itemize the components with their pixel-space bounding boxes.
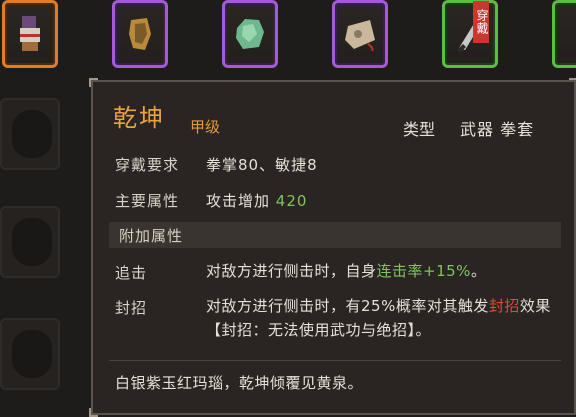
- effect-label-chase: 追击: [115, 264, 148, 282]
- tooltip-corner: [89, 408, 98, 417]
- inventory-slot-claw[interactable]: [112, 0, 168, 68]
- jade-stone-icon: [236, 19, 264, 49]
- effect-desc-chase: 对敌方进行侧击时，自身连击率+15%。: [206, 259, 556, 283]
- inventory-slot-pouch[interactable]: [332, 0, 388, 68]
- main-attr-value: 攻击增加 420: [206, 190, 307, 211]
- golden-claw-icon: [129, 18, 151, 50]
- type-label: 类型: [403, 120, 436, 139]
- tooltip-corner: [89, 78, 98, 87]
- side-slot-2[interactable]: [0, 206, 60, 278]
- main-attr-label: 主要属性: [115, 192, 180, 210]
- inventory-slot-jade[interactable]: [222, 0, 278, 68]
- item-grade: 甲级: [190, 118, 221, 136]
- item-tooltip: 乾坤 甲级 类型 武器 拳套 穿戴要求 拳掌80、敏捷8 主要属性 攻击增加 4…: [89, 78, 576, 417]
- type-value: 武器 拳套: [460, 120, 535, 139]
- inventory-slot-partial[interactable]: [552, 0, 576, 68]
- effect-text: 对敌方进行侧击时，自身: [206, 262, 377, 280]
- side-slot-3[interactable]: [0, 318, 60, 390]
- requirement-value: 拳掌80、敏捷8: [206, 156, 318, 174]
- effect-text: 对敌方进行侧击时，有25%概率对其触发: [206, 297, 489, 315]
- item-name: 乾坤: [113, 104, 165, 132]
- side-slot-1[interactable]: [0, 98, 60, 170]
- inventory-slot-blade-equipped[interactable]: 穿戴: [442, 0, 498, 68]
- effect-highlight-positive: 连击率+15%: [376, 262, 471, 280]
- requirement-label: 穿戴要求: [115, 156, 180, 174]
- pouch-icon: [345, 20, 375, 52]
- effect-text: 。: [470, 262, 487, 280]
- extra-attr-section: 附加属性: [109, 222, 561, 248]
- flavor-text: 白银紫玉红玛瑙，乾坤倾覆见黄泉。: [115, 374, 364, 392]
- extra-attr-title: 附加属性: [119, 227, 184, 245]
- gauntlet-icon: [20, 16, 40, 51]
- effect-label-seal: 封招: [115, 299, 148, 317]
- inventory-slot-gauntlet[interactable]: [2, 0, 58, 68]
- equipped-tag: 穿戴: [473, 1, 489, 43]
- tooltip-corner: [569, 78, 576, 87]
- effect-desc-seal: 对敌方进行侧击时，有25%概率对其触发封招效果【封招：无法使用武功与绝招】。: [206, 294, 556, 342]
- effect-highlight-negative: 封招: [488, 297, 520, 315]
- main-attr-text: 攻击增加: [206, 192, 276, 210]
- tooltip-divider: [109, 360, 561, 361]
- main-attr-number: 420: [275, 192, 308, 210]
